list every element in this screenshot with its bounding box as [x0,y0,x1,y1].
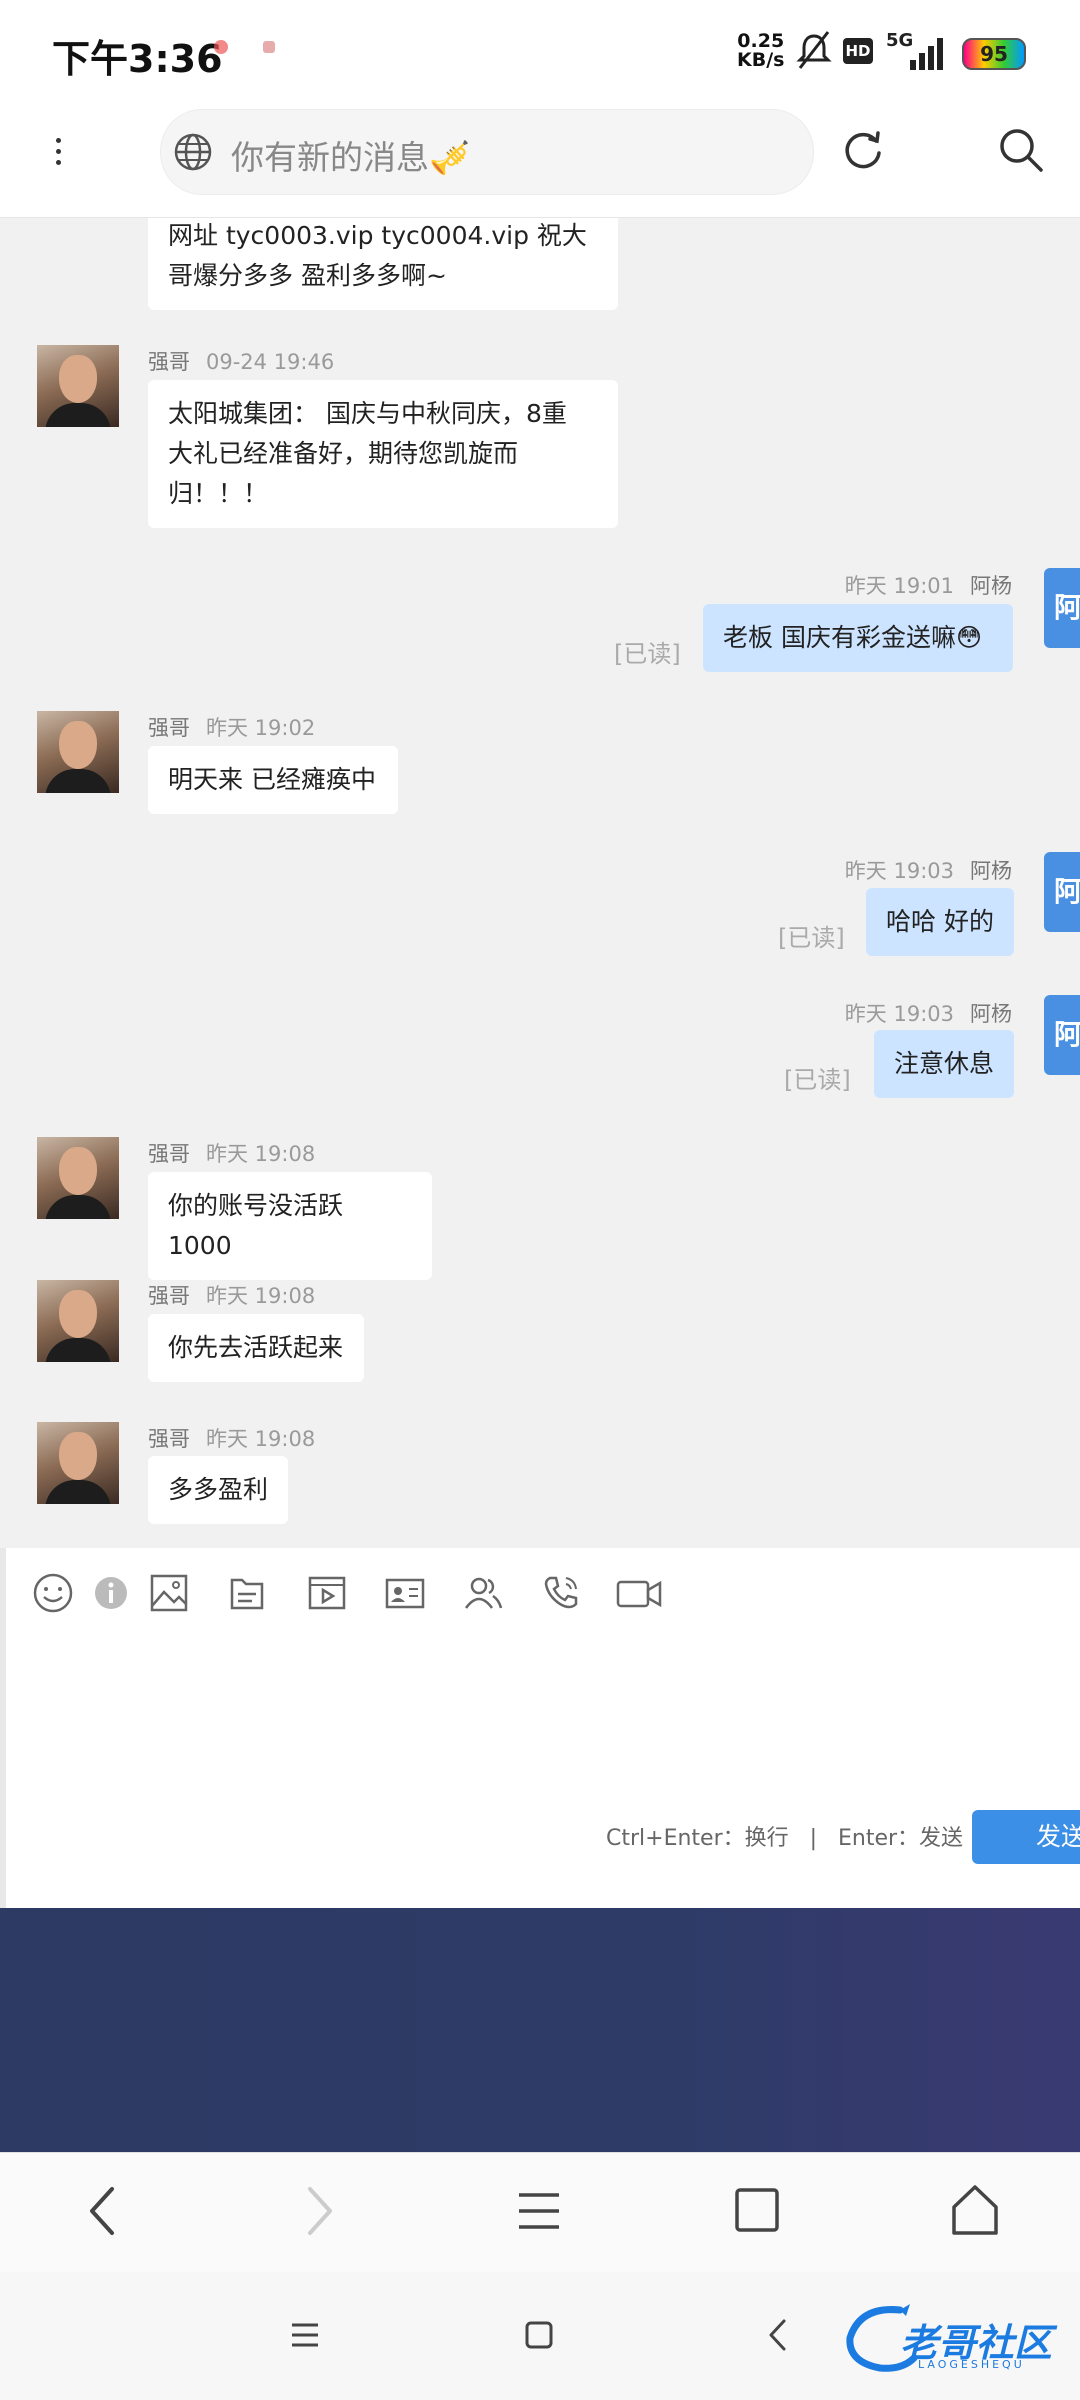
recent-apps-icon[interactable] [290,2320,320,2350]
sender-tab[interactable]: 阿 [1044,568,1080,648]
send-shortcut-hint: Ctrl+Enter：换行 | Enter：发送 [606,1826,964,1851]
sender-tab[interactable]: 阿 [1044,852,1080,932]
avatar[interactable] [37,345,119,427]
message-time: 昨天 19:08 [206,1427,316,1451]
refresh-icon[interactable] [840,127,886,173]
message-bubble-incoming[interactable]: 明天来 已经瘫痪中 [148,746,398,814]
message-time: 昨天 19:03 [844,859,954,883]
message-text: 老板 国庆有彩金送嘛😳 [723,623,983,652]
menu-icon[interactable] [516,2183,562,2239]
message-bubble-outgoing[interactable]: 老板 国庆有彩金送嘛😳 [703,604,1013,672]
more-vert-icon[interactable] [48,132,68,192]
message-meta: 强哥 09-24 19:46 [148,346,334,376]
notification-app-icon-2 [263,41,275,53]
message-meta: 强哥 昨天 19:02 [148,712,315,742]
message-text: 注意休息 [894,1049,995,1078]
message-time: 昨天 19:01 [844,574,954,598]
mute-bell-icon [796,31,832,69]
tabs-icon[interactable] [734,2183,780,2239]
home-square-icon[interactable] [524,2320,554,2350]
signal-icon [910,38,943,70]
avatar[interactable] [37,1280,119,1362]
sender-name: 阿杨 [970,574,1012,598]
top-bar: 你有新的消息🎺 [0,105,1080,218]
sender-name: 强哥 [148,1142,190,1166]
message-text: 明天来 已经瘫痪中 [168,765,376,794]
message-bubble-incoming[interactable]: 多多盈利 [148,1456,288,1524]
net-speed-unit: KB/s [737,49,785,71]
message-text: 哥爆分多多 盈利多多啊~ [168,261,447,290]
globe-icon [174,133,212,171]
net-speed: 0.25 KB/s [737,32,784,70]
message-bubble-outgoing[interactable]: 注意休息 [874,1030,1014,1098]
back-chevron-icon[interactable] [766,2318,790,2352]
message-time: 昨天 19:08 [206,1142,316,1166]
message-bubble-incoming[interactable]: 太阳城集团： 国庆与中秋同庆，8重 大礼已经准备好，期待您凯旋而 归！！！ [148,380,618,528]
sender-name: 强哥 [148,716,190,740]
watermark-subtext: LAOGESHEQU [918,2358,1025,2371]
avatar[interactable] [37,711,119,793]
notification-app-icon [214,40,228,54]
search-placeholder: 你有新的消息🎺 [231,138,471,177]
message-meta: 昨天 19:01 阿杨 [845,570,1012,600]
file-icon[interactable] [226,1572,268,1614]
message-time: 昨天 19:08 [206,1284,316,1308]
message-bubble-incoming[interactable]: 你先去活跃起来 [148,1314,364,1382]
system-navigation-bar: 老哥社区 LAOGESHEQU [0,2272,1080,2400]
status-time: 下午3:36 [52,37,223,81]
forward-icon[interactable] [300,2183,340,2239]
browser-navigation-bar [0,2152,1080,2273]
home-icon[interactable] [950,2183,1000,2239]
sender-name: 强哥 [148,350,190,374]
read-status: [已读] [614,640,681,668]
message-text: 归！！！ [168,479,269,508]
message-text: 哈哈 好的 [886,907,994,936]
message-bubble-incoming[interactable]: 你的账号没活跃 1000 [148,1172,432,1280]
video-call-icon[interactable] [616,1572,662,1614]
sender-name: 强哥 [148,1427,190,1451]
message-meta: 强哥 昨天 19:08 [148,1280,315,1310]
read-status: [已读] [778,924,845,952]
message-meta: 强哥 昨天 19:08 [148,1138,315,1168]
message-composer: Ctrl+Enter：换行 | Enter：发送 发送 [0,1548,1080,1908]
message-text: 网址 tyc0003.vip tyc0004.vip 祝大 [168,221,587,250]
hd-badge: HD [843,38,873,64]
send-button[interactable]: 发送 [972,1810,1080,1864]
contact-card-icon[interactable] [384,1572,426,1614]
sender-name: 强哥 [148,1284,190,1308]
message-meta: 昨天 19:03 阿杨 [845,855,1012,885]
watermark-logo: 老哥社区 LAOGESHEQU [840,2300,1080,2380]
search-bar[interactable]: 你有新的消息🎺 [160,109,814,195]
image-icon[interactable] [148,1572,190,1614]
status-bar: 下午3:36 0.25 KB/s HD 5G 95 [0,0,1080,105]
sender-tab[interactable]: 阿 [1044,995,1080,1075]
message-bubble-outgoing[interactable]: 哈哈 好的 [866,888,1014,956]
message-text: 多多盈利 [168,1475,269,1504]
video-file-icon[interactable] [306,1572,348,1614]
message-bubble-incoming[interactable]: 网址 tyc0003.vip tyc0004.vip 祝大 哥爆分多多 盈利多多… [148,218,618,310]
message-time: 昨天 19:03 [844,1002,954,1026]
message-text: 你的账号没活跃 1000 [168,1191,344,1260]
avatar[interactable] [37,1137,119,1219]
search-icon[interactable] [998,127,1044,173]
emoji-icon[interactable] [32,1572,74,1614]
message-time: 昨天 19:02 [206,716,316,740]
chat-message-list[interactable]: 网址 tyc0003.vip tyc0004.vip 祝大 哥爆分多多 盈利多多… [0,218,1080,1548]
message-meta: 强哥 昨天 19:08 [148,1423,315,1453]
back-icon[interactable] [82,2183,122,2239]
message-text: 太阳城集团： 国庆与中秋同庆，8重 [168,399,567,428]
message-text: 大礼已经准备好，期待您凯旋而 [168,439,519,468]
message-time: 09-24 19:46 [206,350,335,374]
message-text: 你先去活跃起来 [168,1333,344,1362]
sender-name: 阿杨 [970,1002,1012,1026]
info-icon[interactable] [90,1572,132,1614]
ad-banner [0,1908,1080,2152]
phone-call-icon[interactable] [540,1572,582,1614]
group-icon[interactable] [462,1572,504,1614]
avatar[interactable] [37,1422,119,1504]
read-status: [已读] [784,1066,851,1094]
battery-indicator: 95 [962,38,1026,70]
sender-name: 阿杨 [970,859,1012,883]
message-meta: 昨天 19:03 阿杨 [845,998,1012,1028]
